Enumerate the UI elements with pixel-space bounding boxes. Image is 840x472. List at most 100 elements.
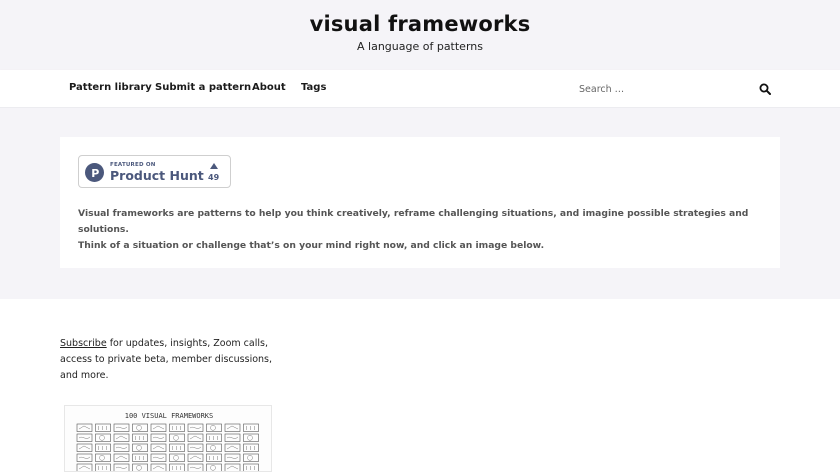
search-icon [759,83,771,95]
badge-product-name: Product Hunt [110,168,204,183]
poster-sketch-mark [152,436,165,439]
poster-grid [76,423,259,471]
poster-sketch-mark [115,435,128,440]
poster-sketch-mark [78,436,91,439]
poster-sketch-cell [95,423,111,432]
poster-sketch-cell [224,443,241,452]
intro-line-1: Visual frameworks are patterns to help y… [78,208,749,235]
poster-sketch-mark [247,455,253,461]
poster-sketch-mark [78,465,91,470]
poster-sketch-mark [135,456,144,460]
poster-sketch-mark [136,445,142,451]
poster-sketch-mark [210,465,216,471]
poster-sketch-cell [113,433,130,442]
nav-about[interactable]: About [252,82,286,93]
poster-sketch-cell [224,423,241,432]
subscribe-text: Subscribe for updates, insights, Zoom ca… [60,336,285,384]
poster-illustration: 100 VISUAL FRAMEWORKS [76,412,259,471]
poster-sketch-mark [136,425,142,431]
poster-sketch-mark [189,435,202,440]
poster-sketch-mark [246,446,255,450]
poster-sketch-cell [150,463,167,471]
poster-sketch-mark [189,446,202,449]
poster-sketch-mark [172,446,181,450]
poster-sketch-mark [115,446,128,449]
poster-sketch-mark [189,455,202,460]
poster-sketch-mark [226,456,239,459]
poster-sketch-cell [76,423,93,432]
visual-frameworks-poster-image[interactable]: 100 VISUAL FRAMEWORKS [64,405,272,472]
site-header: visual frameworks A language of patterns [0,0,840,70]
poster-sketch-cell [150,443,167,452]
poster-sketch-mark [172,466,181,470]
poster-sketch-mark [115,466,128,469]
poster-sketch-mark [172,426,181,430]
poster-sketch-mark [226,425,239,430]
poster-sketch-mark [98,466,107,470]
poster-sketch-mark [99,455,105,461]
poster-sketch-mark [78,456,91,459]
search-button[interactable] [756,80,774,98]
poster-sketch-mark [99,435,105,441]
poster-sketch-mark [115,426,128,429]
poster-sketch-cell [95,463,111,471]
poster-sketch-mark [152,425,165,430]
poster-sketch-mark [209,456,218,460]
poster-sketch-cell [243,423,259,432]
poster-sketch-mark [210,425,216,431]
poster-sketch-cell [76,463,93,471]
poster-sketch-cell [224,463,241,471]
nav-tags[interactable]: Tags [301,82,326,93]
poster-sketch-mark [226,465,239,470]
subscribe-link[interactable]: Subscribe [60,338,107,349]
poster-sketch-mark [152,456,165,459]
upvote-arrow-icon [210,163,218,169]
poster-sketch-cell [169,443,185,452]
poster-sketch-mark [98,446,107,450]
site-tagline: A language of patterns [357,40,483,53]
poster-sketch-mark [78,445,91,450]
poster-sketch-mark [115,455,128,460]
poster-sketch-cell [76,443,93,452]
poster-sketch-mark [135,436,144,440]
nav-submit-pattern[interactable]: Submit a pattern [155,82,251,93]
site-title[interactable]: visual frameworks [0,12,840,36]
poster-sketch-mark [226,436,239,439]
poster-sketch-cell [243,443,259,452]
poster-sketch-mark [247,435,253,441]
poster-sketch-mark [173,435,179,441]
poster-sketch-cell [187,433,204,442]
poster-sketch-cell [187,453,204,462]
poster-sketch-mark [209,436,218,440]
poster-sketch-cell [243,463,259,471]
nav-pattern-library[interactable]: Pattern library [69,82,152,93]
main-navigation: Pattern library Submit a pattern About T… [0,70,840,108]
poster-sketch-cell [206,453,222,462]
poster-sketch-cell [150,423,167,432]
poster-sketch-mark [98,426,107,430]
intro-card: P FEATURED ON Product Hunt 49 Visual fra… [60,137,780,268]
svg-text:P: P [91,167,99,180]
poster-sketch-mark [226,445,239,450]
poster-sketch-mark [136,465,142,471]
product-hunt-badge[interactable]: P FEATURED ON Product Hunt 49 [78,155,231,188]
poster-sketch-mark [78,425,91,430]
poster-sketch-cell [169,463,185,471]
poster-sketch-cell [95,443,111,452]
poster-sketch-mark [152,445,165,450]
search-form [570,78,780,100]
poster-sketch-cell [132,433,148,442]
poster-sketch-mark [246,466,255,470]
search-input[interactable] [570,78,750,100]
poster-sketch-mark [189,426,202,429]
intro-text: Visual frameworks are patterns to help y… [78,206,768,254]
poster-sketch-cell [113,453,130,462]
poster-sketch-mark [210,445,216,451]
intro-line-2: Think of a situation or challenge that’s… [78,240,545,251]
poster-sketch-mark [173,455,179,461]
poster-sketch-mark [189,466,202,469]
poster-sketch-cell [169,423,185,432]
poster-title: 100 VISUAL FRAMEWORKS [125,412,214,420]
upvote-count: 49 [208,173,220,182]
poster-sketch-mark [246,426,255,430]
